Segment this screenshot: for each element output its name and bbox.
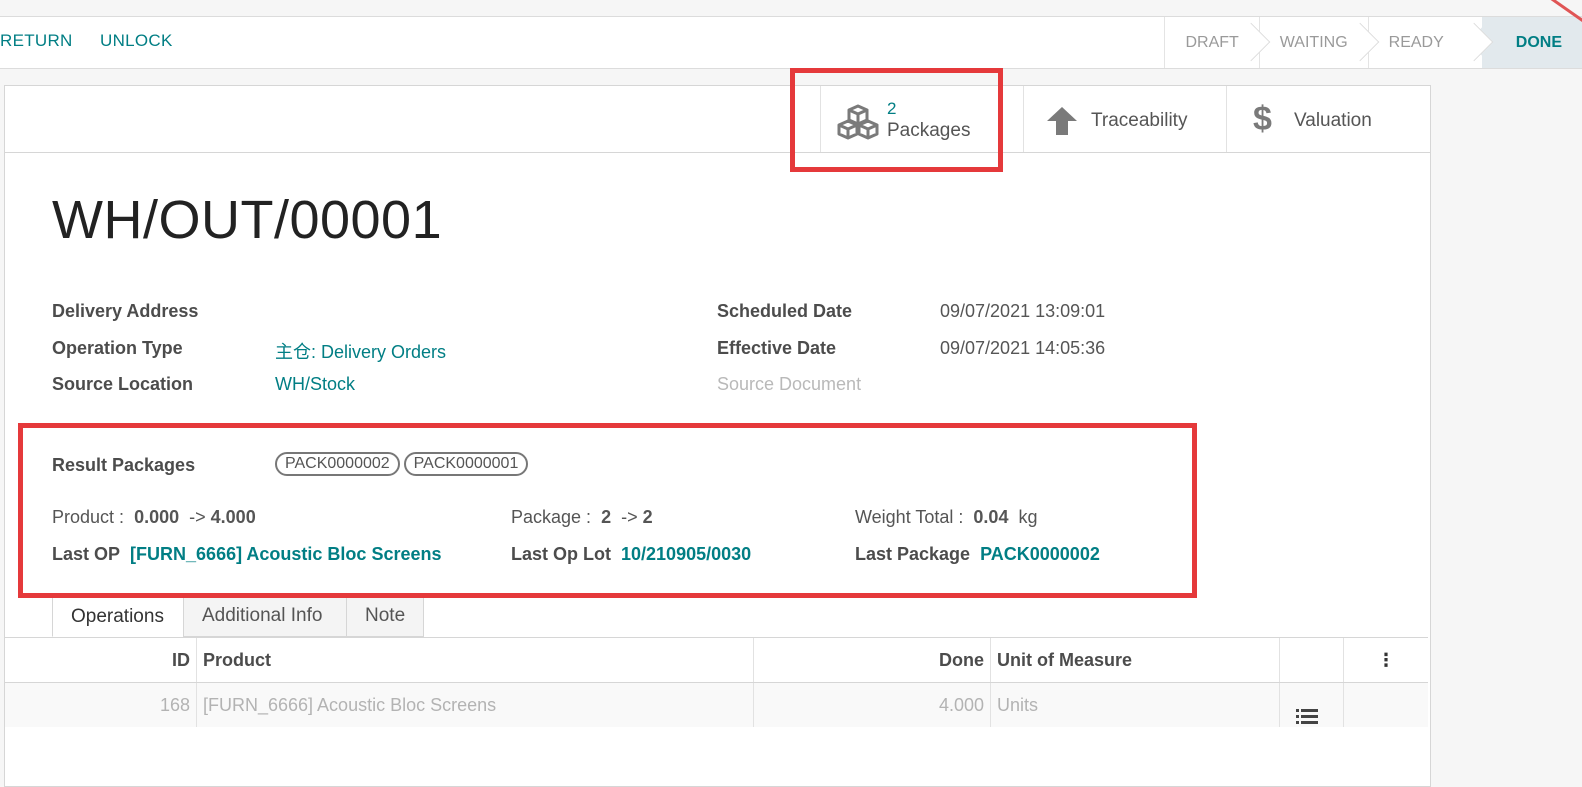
- traceability-label: Traceability: [1091, 110, 1188, 131]
- stage-draft[interactable]: DRAFT: [1164, 17, 1258, 68]
- cell-empty: [1344, 683, 1428, 727]
- return-button[interactable]: RETURN: [0, 31, 73, 51]
- operations-table: ID Product Done Unit of Measure ⋮ 168 [F…: [5, 637, 1428, 727]
- cell-product: [FURN_6666] Acoustic Bloc Screens: [197, 683, 754, 727]
- button-box: 2 Packages Traceability $ Valuation: [5, 86, 1430, 153]
- arrow-up-icon: [1046, 106, 1078, 141]
- source-location-label: Source Location: [52, 374, 194, 394]
- effective-date-value: 09/07/2021 14:05:36: [940, 338, 1106, 358]
- stage-done[interactable]: DONE: [1481, 17, 1582, 68]
- status-bar: DRAFT WAITING READY DONE: [1164, 17, 1582, 68]
- control-panel: RETURN UNLOCK DRAFT WAITING READY DONE: [0, 16, 1582, 69]
- column-done[interactable]: Done: [754, 638, 991, 682]
- column-id[interactable]: ID: [5, 638, 197, 682]
- detailed-operations-button[interactable]: [1280, 683, 1344, 727]
- scheduled-date-label: Scheduled Date: [717, 301, 853, 321]
- valuation-label: Valuation: [1294, 110, 1372, 131]
- source-location-link[interactable]: WH/Stock: [275, 374, 355, 395]
- delivery-address-label: Delivery Address: [52, 301, 199, 321]
- tab-additional-info[interactable]: Additional Info: [183, 595, 347, 637]
- traceability-smart-button[interactable]: Traceability: [1023, 86, 1227, 152]
- operation-type-label: Operation Type: [52, 338, 183, 358]
- packages-highlight-box: [790, 68, 1003, 172]
- vertical-dots-icon: ⋮: [1377, 650, 1395, 670]
- unlock-button[interactable]: UNLOCK: [100, 31, 173, 51]
- valuation-smart-button[interactable]: $ Valuation: [1226, 86, 1431, 152]
- stage-waiting[interactable]: WAITING: [1258, 17, 1368, 68]
- cell-id: 168: [5, 683, 197, 727]
- cell-done: 4.000: [754, 683, 991, 727]
- optional-columns-toggle[interactable]: ⋮: [1344, 638, 1428, 682]
- effective-date-label: Effective Date: [717, 338, 837, 358]
- column-uom[interactable]: Unit of Measure: [991, 638, 1280, 682]
- list-icon: [1296, 697, 1318, 741]
- dollar-icon: $: [1253, 100, 1272, 138]
- column-actions: [1280, 638, 1344, 682]
- operation-type-link[interactable]: 主仓: Delivery Orders: [275, 338, 446, 364]
- source-document-label: Source Document: [717, 374, 862, 394]
- table-header: ID Product Done Unit of Measure ⋮: [5, 638, 1428, 683]
- packages-info-highlight-box: [18, 423, 1197, 598]
- scheduled-date-value: 09/07/2021 13:09:01: [940, 301, 1106, 321]
- tab-note[interactable]: Note: [346, 595, 424, 637]
- cell-uom: Units: [991, 683, 1280, 727]
- column-product[interactable]: Product: [197, 638, 754, 682]
- stage-ready[interactable]: READY: [1367, 17, 1482, 68]
- table-row[interactable]: 168 [FURN_6666] Acoustic Bloc Screens 4.…: [5, 683, 1428, 727]
- tab-operations[interactable]: Operations: [52, 595, 184, 637]
- record-title: WH/OUT/00001: [52, 190, 443, 250]
